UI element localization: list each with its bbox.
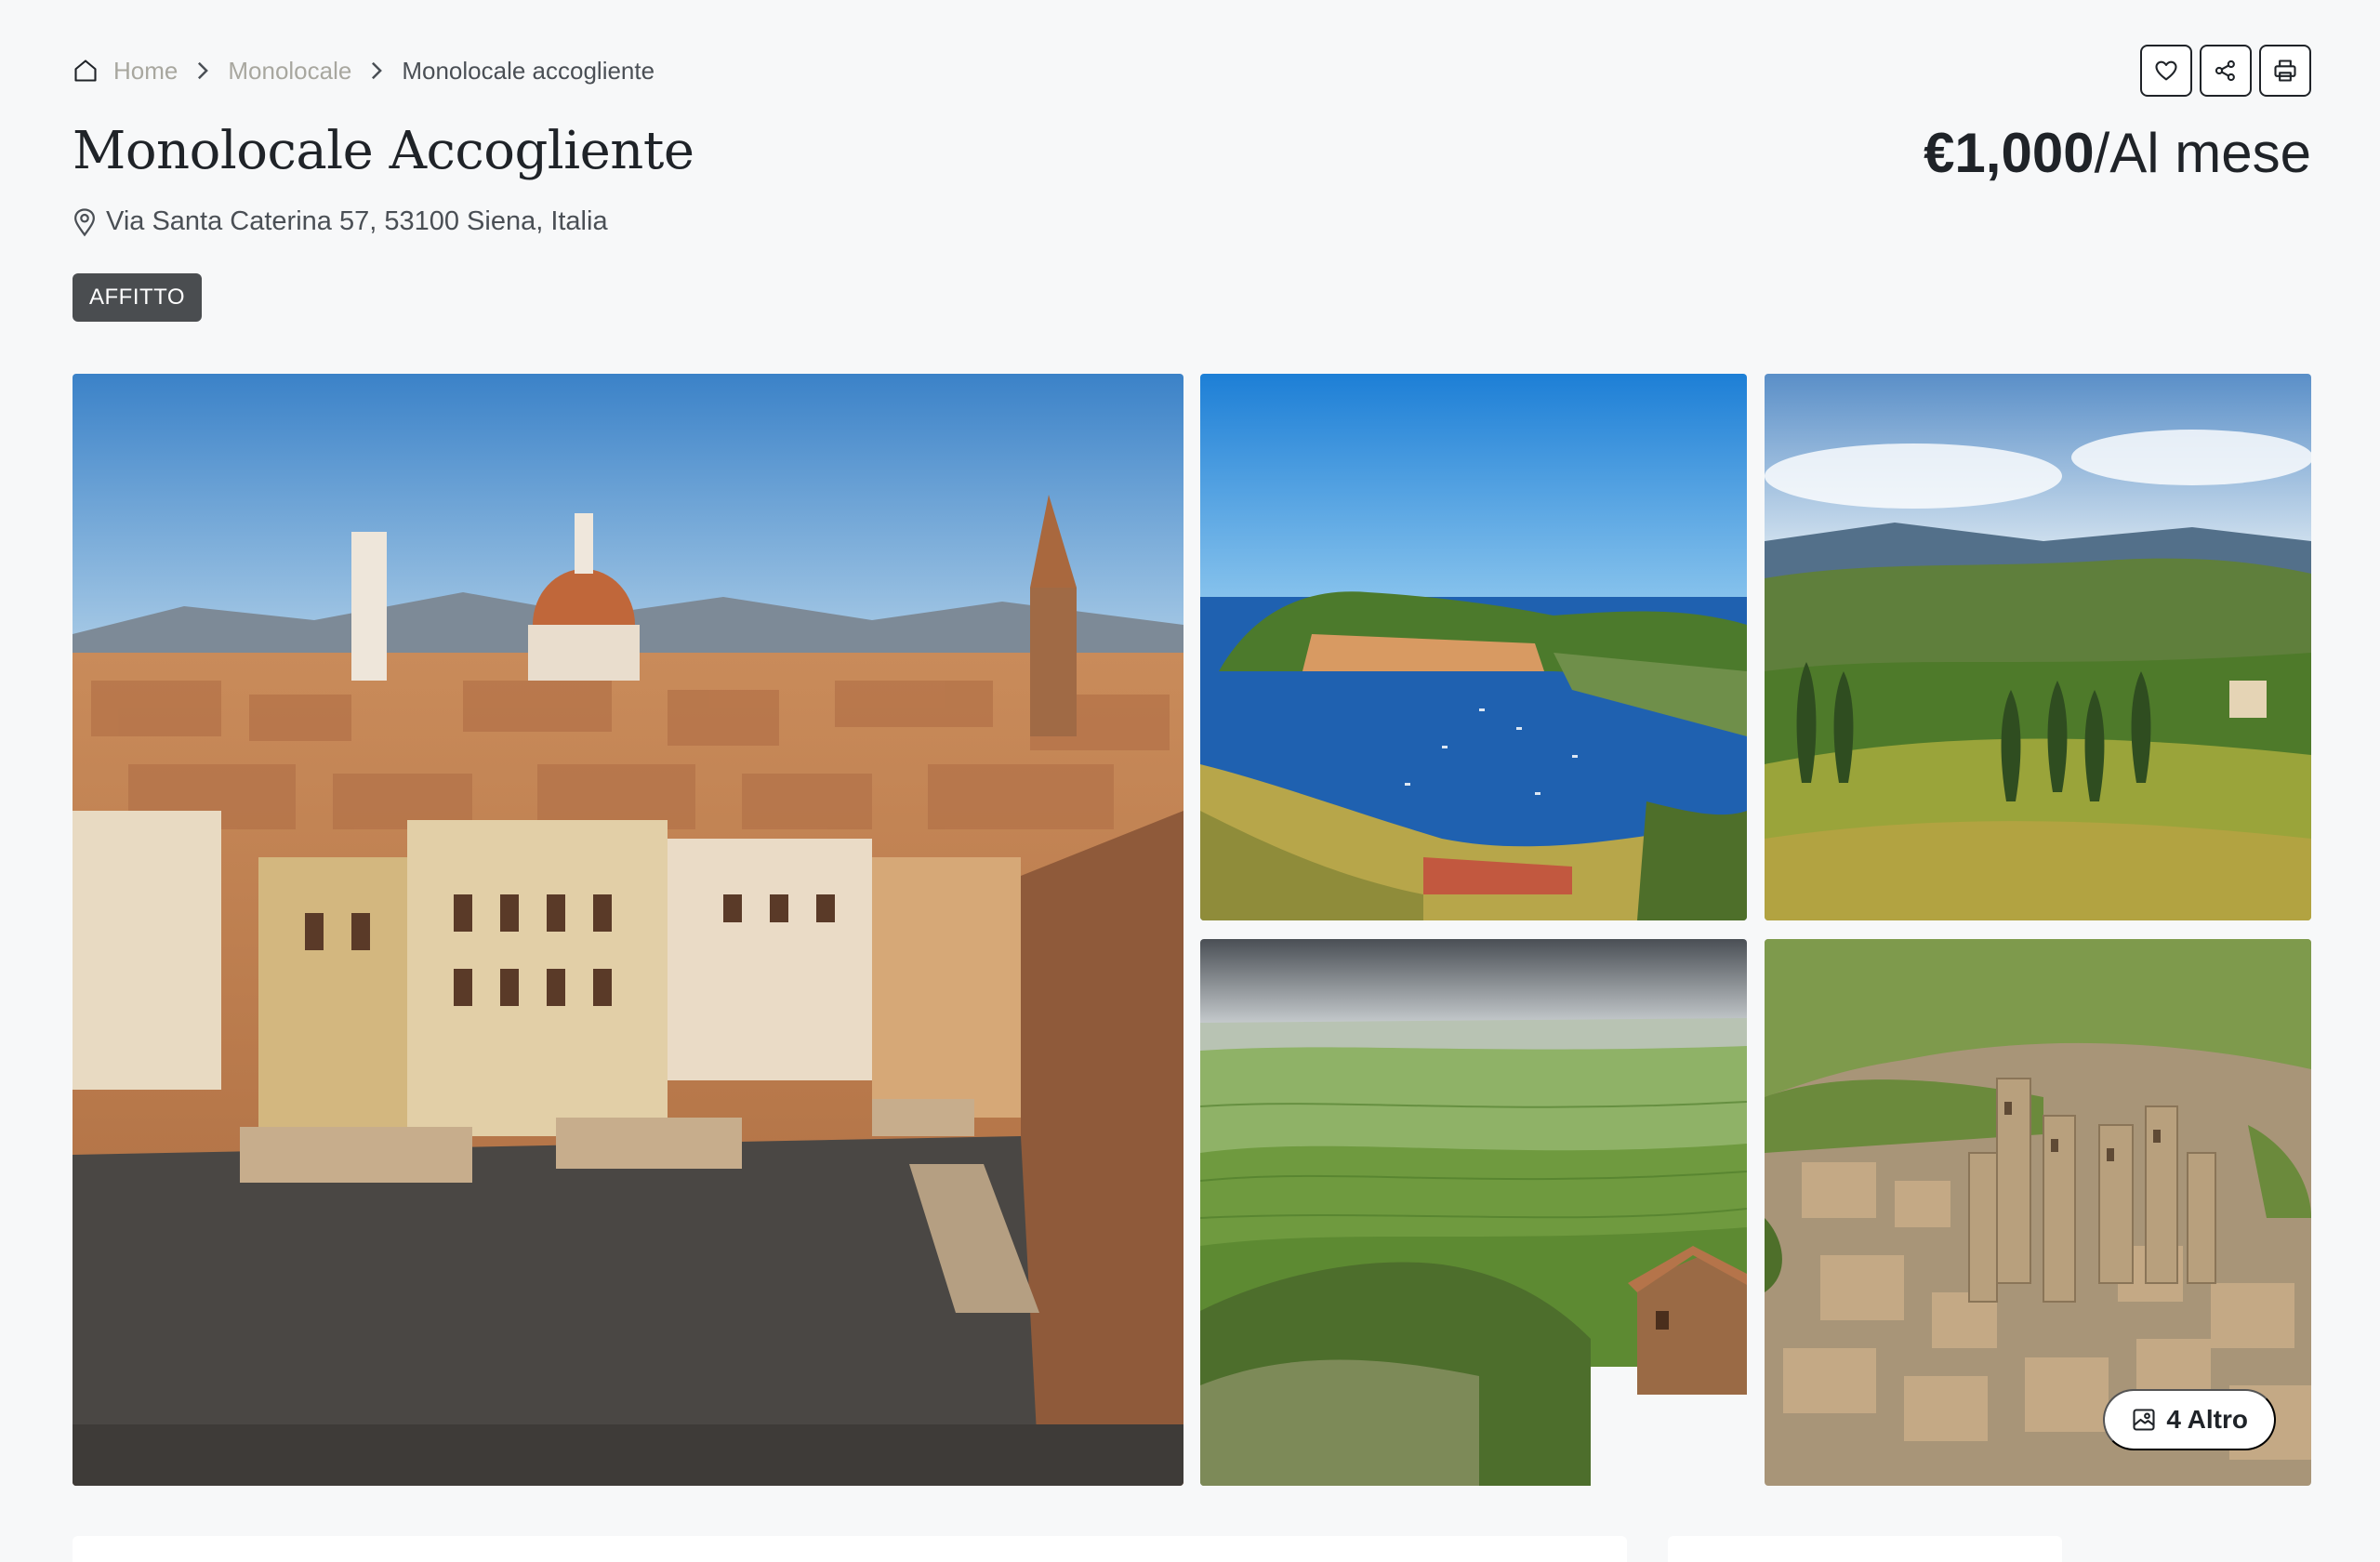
breadcrumb-category-link[interactable]: Monolocale [228,57,351,86]
page-title: Monolocale Accogliente [73,121,694,181]
more-photos-label: 4 Altro [2166,1405,2248,1434]
photo-gallery: 4 Altro [73,374,2311,1486]
listing-address: Via Santa Caterina 57, 53100 Siena, Ital… [73,206,608,237]
chevron-right-icon [196,60,209,81]
listing-actions [2140,45,2311,97]
page-container: Home Monolocale Monolocale accogliente M… [73,0,2311,1562]
share-button[interactable] [2200,45,2252,97]
price-amount: €1,000 [1924,122,2095,184]
gallery-photo-main[interactable] [73,374,1183,1486]
print-button[interactable] [2259,45,2311,97]
price-period: /Al mese [2094,122,2311,184]
chevron-right-icon [370,60,383,81]
gallery-photo-3[interactable] [1765,374,2311,920]
status-badge: AFFITTO [73,273,203,322]
breadcrumb: Home Monolocale Monolocale accogliente [73,54,654,87]
breadcrumb-home-link[interactable]: Home [113,57,178,86]
breadcrumb-current: Monolocale accogliente [402,56,655,85]
printer-icon [2274,60,2296,82]
heart-icon [2155,60,2177,81]
sidebar-card [1668,1536,2062,1562]
gallery-photo-2[interactable] [1200,374,1747,920]
gallery-photo-4[interactable] [1200,939,1747,1486]
listing-price: €1,000/Al mese [1924,121,2311,185]
details-card [73,1536,1627,1562]
image-gallery-icon [2131,1407,2157,1433]
favorite-button[interactable] [2140,45,2192,97]
address-text: Via Santa Caterina 57, 53100 Siena, Ital… [106,206,608,236]
gallery-photo-5[interactable]: 4 Altro [1765,939,2311,1486]
share-icon [2215,60,2235,82]
map-pin-icon [73,207,97,237]
show-more-photos-button[interactable]: 4 Altro [2103,1389,2276,1450]
home-icon[interactable] [73,58,99,84]
